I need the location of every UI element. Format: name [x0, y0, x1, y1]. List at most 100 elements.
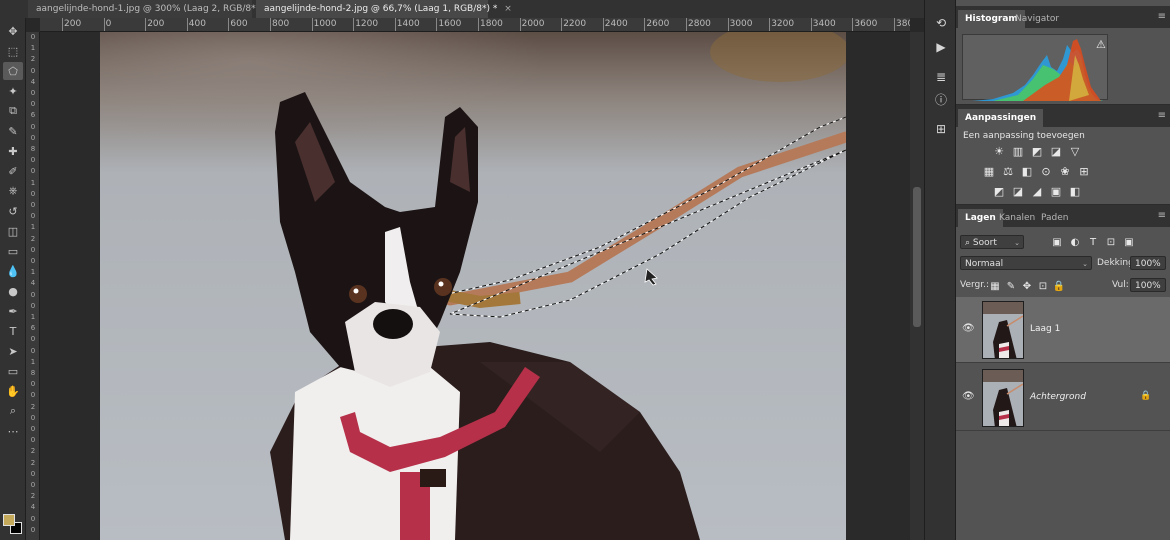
lock-position-icon[interactable]: ✥ — [1020, 279, 1034, 293]
selective-color-icon[interactable]: ◧ — [1068, 185, 1082, 198]
layer-lock-icon[interactable]: 🔒 — [1140, 391, 1151, 401]
lock-artboard-icon[interactable]: ⊡ — [1036, 279, 1050, 293]
dog-photo[interactable] — [100, 32, 846, 540]
filter-smart-object-icon[interactable]: ▣ — [1122, 235, 1136, 249]
magic-wand-icon[interactable]: ✦ — [3, 82, 23, 100]
color-balance-icon[interactable]: ⚖ — [1001, 165, 1015, 178]
lock-all-icon[interactable]: 🔒 — [1052, 279, 1066, 293]
blend-row: Normaal ⌄ Dekking: 100% — [956, 253, 1170, 275]
ruler-tick-label: 2 — [30, 447, 36, 456]
fill-value: 100% — [1135, 281, 1161, 291]
clone-stamp-icon[interactable]: ⎈ — [3, 182, 23, 200]
brightness-icon[interactable]: ☀ — [992, 145, 1006, 158]
ruler-tick-label: 0 — [30, 436, 36, 445]
ruler-tick-label: 2800 — [688, 19, 711, 29]
eraser-icon[interactable]: ◫ — [3, 222, 23, 240]
filter-shape-icon[interactable]: ⊡ — [1104, 235, 1118, 249]
fill-field[interactable]: 100% — [1130, 278, 1166, 292]
libraries-icon[interactable]: ⊞ — [931, 120, 951, 138]
history-icon[interactable]: ⟲ — [931, 14, 951, 32]
posterize-icon[interactable]: ◪ — [1011, 185, 1025, 198]
ruler-tick-label: 800 — [272, 19, 290, 29]
ruler-tick-label: 0 — [30, 525, 36, 534]
channel-mixer-icon[interactable]: ❀ — [1058, 165, 1072, 178]
adjustments-menu-icon[interactable]: ≡ — [1158, 110, 1166, 121]
tab-adjustments[interactable]: Aanpassingen — [958, 109, 1044, 127]
vibrance-icon[interactable]: ▽ — [1068, 145, 1082, 158]
curves-icon[interactable]: ◩ — [1030, 145, 1044, 158]
ruler-tick-label: 1 — [30, 178, 36, 187]
foreground-color-swatch[interactable] — [3, 514, 15, 526]
canvas-area[interactable] — [40, 32, 910, 540]
layer-row-achtergrond[interactable]: 👁 Achtergrond 🔒 — [956, 365, 1170, 431]
tab-document-1[interactable]: aangelijnde-hond-1.jpg @ 300% (Laag 2, R… — [28, 0, 281, 18]
layer-name-laag-1[interactable]: Laag 1 — [1030, 324, 1060, 334]
shape-icon[interactable]: ▭ — [3, 362, 23, 380]
filter-adjustment-icon[interactable]: ◐ — [1068, 235, 1082, 249]
layers-menu-icon[interactable]: ≡ — [1158, 210, 1166, 221]
gradient-map-icon[interactable]: ▣ — [1049, 185, 1063, 198]
opacity-field[interactable]: 100% — [1130, 256, 1166, 270]
healing-brush-icon[interactable]: ✚ — [3, 142, 23, 160]
history-brush-icon[interactable]: ↺ — [3, 202, 23, 220]
gradient-icon[interactable]: ▭ — [3, 242, 23, 260]
dodge-icon[interactable]: ● — [3, 282, 23, 300]
levels-icon[interactable]: ▥ — [1011, 145, 1025, 158]
play-icon[interactable]: ▶ — [931, 38, 951, 56]
histogram-menu-icon[interactable]: ≡ — [1158, 11, 1166, 22]
pen-icon[interactable]: ✒ — [3, 302, 23, 320]
ruler-tick-label: 0 — [30, 122, 36, 131]
lock-transparent-icon[interactable]: ▦ — [988, 279, 1002, 293]
scrollbar-thumb[interactable] — [913, 187, 921, 327]
crop-icon[interactable]: ⧉ — [3, 102, 23, 120]
visibility-eye-icon[interactable]: 👁 — [962, 323, 975, 334]
move-icon[interactable]: ✥ — [3, 22, 23, 40]
threshold-icon[interactable]: ◢ — [1030, 185, 1044, 198]
info-icon[interactable]: ⓘ — [931, 90, 951, 108]
zoom-icon[interactable]: ⌕ — [3, 402, 23, 420]
tab-paths[interactable]: Paden — [1034, 209, 1076, 227]
layer-filter-dropdown[interactable]: ⌕ Soort ⌄ — [960, 235, 1024, 249]
ruler-tick — [561, 18, 563, 31]
path-selection-icon[interactable]: ➤ — [3, 342, 23, 360]
black-white-icon[interactable]: ◧ — [1020, 165, 1034, 178]
exposure-icon[interactable]: ◪ — [1049, 145, 1063, 158]
layer-name-achtergrond[interactable]: Achtergrond — [1030, 392, 1086, 402]
layers-panel: Lagen Kanalen Paden ≡ ⌕ Soort ⌄ ▣ ◐ T ⊡ ▣ Nor… — [956, 204, 1170, 540]
vertical-scrollbar[interactable] — [910, 32, 924, 540]
hue-saturation-icon[interactable]: ▦ — [982, 165, 996, 178]
filter-type-icon[interactable]: T — [1086, 235, 1100, 249]
ruler-tick-label: 2 — [30, 492, 36, 501]
ruler-tick — [686, 18, 687, 31]
brush-icon[interactable]: ✐ — [3, 162, 23, 180]
visibility-eye-icon[interactable]: 👁 — [962, 391, 975, 402]
hand-icon[interactable]: ✋ — [3, 382, 23, 400]
type-icon[interactable]: T — [3, 322, 23, 340]
ruler-tick-label: 0 — [30, 481, 36, 489]
marquee-icon[interactable]: ⬚ — [3, 42, 23, 60]
dog-harness-buckle — [420, 469, 446, 487]
ruler-tick — [103, 18, 105, 31]
blend-mode-dropdown[interactable]: Normaal ⌄ — [960, 256, 1092, 270]
polygonal-lasso-icon[interactable]: ⬠ — [3, 62, 23, 80]
ruler-tick — [519, 18, 521, 31]
ruler-tick — [353, 18, 355, 31]
filter-pixel-icon[interactable]: ▣ — [1050, 235, 1064, 249]
tab-document-2[interactable]: aangelijnde-hond-2.jpg @ 66,7% (Laag 1, … — [256, 0, 512, 18]
invert-icon[interactable]: ◩ — [992, 185, 1006, 198]
more-icon[interactable]: ⋯ — [3, 422, 23, 440]
color-lookup-icon[interactable]: ⊞ — [1077, 165, 1091, 178]
panel-icon-strip: ⟲ ▶ ≣ ⓘ ⊞ — [924, 0, 956, 540]
properties-icon[interactable]: ≣ — [931, 68, 951, 86]
blur-icon[interactable]: 💧 — [3, 262, 23, 280]
lock-image-icon[interactable]: ✎ — [1004, 279, 1018, 293]
layer-row-laag-1[interactable]: 👁 Laag 1 — [956, 297, 1170, 363]
cache-warning-icon[interactable]: ⚠ — [1096, 38, 1106, 51]
layer-filter-row: ⌕ Soort ⌄ ▣ ◐ T ⊡ ▣ — [956, 231, 1170, 253]
close-tab-2-icon[interactable]: × — [504, 4, 512, 14]
tab-navigator[interactable]: Navigator — [1008, 10, 1066, 28]
eyedropper-icon[interactable]: ✎ — [3, 122, 23, 140]
ruler-tick-label: 4 — [30, 77, 36, 86]
layer-thumbnail — [982, 301, 1024, 359]
photo-filter-icon[interactable]: ⊙ — [1039, 165, 1053, 178]
